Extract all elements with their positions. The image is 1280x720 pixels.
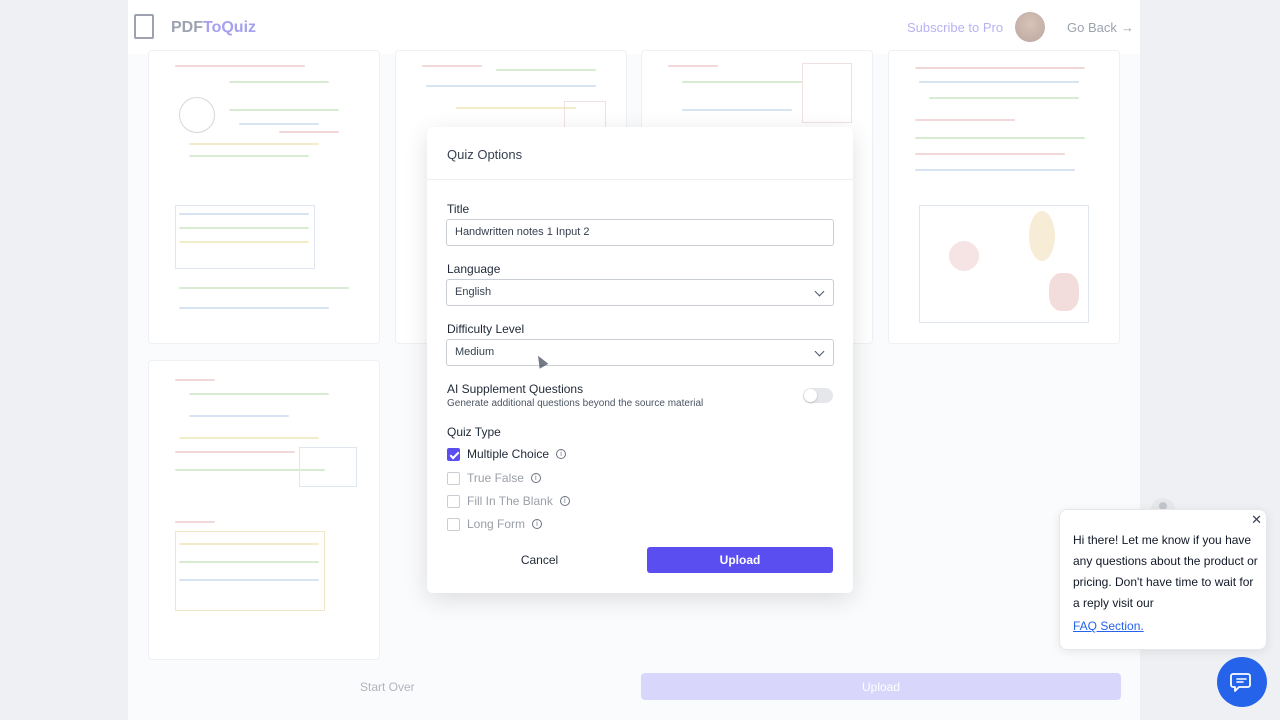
- difficulty-label: Difficulty Level: [447, 322, 525, 336]
- language-label: Language: [447, 262, 501, 276]
- quiz-type-option-label: Multiple Choice: [467, 447, 550, 461]
- quiz-type-option-label: Long Form: [467, 517, 526, 531]
- title-label: Title: [447, 202, 470, 216]
- difficulty-select[interactable]: Medium: [446, 339, 834, 366]
- page-thumbnail-5[interactable]: [148, 360, 380, 660]
- quiz-type-option-label: True False: [467, 471, 524, 485]
- ai-supplement-toggle[interactable]: [803, 388, 833, 403]
- quiz-type-long-form[interactable]: Long Form i: [447, 516, 543, 532]
- chat-message-bubble: ✕ Hi there! Let me know if you have any …: [1059, 509, 1267, 650]
- document-icon: [134, 14, 154, 39]
- subscribe-link[interactable]: Subscribe to Pro: [907, 20, 1003, 35]
- avatar[interactable]: [1015, 12, 1045, 42]
- checkbox[interactable]: [447, 471, 460, 485]
- app-logo[interactable]: PDFToQuiz: [171, 19, 256, 37]
- chat-bubble-icon: [1230, 673, 1251, 692]
- ai-supplement-description: Generate additional questions beyond the…: [447, 398, 704, 409]
- checkbox[interactable]: [447, 517, 460, 531]
- go-back-button[interactable]: Go Back →: [1067, 20, 1134, 35]
- quiz-options-dialog: Quiz Options Title Handwritten notes 1 I…: [427, 127, 853, 593]
- close-icon[interactable]: ✕: [1251, 513, 1262, 528]
- info-icon[interactable]: i: [559, 496, 570, 506]
- chat-message-text: Hi there! Let me know if you have any qu…: [1073, 533, 1258, 610]
- title-input[interactable]: Handwritten notes 1 Input 2: [446, 219, 834, 246]
- upload-button[interactable]: Upload: [647, 547, 833, 573]
- cancel-button[interactable]: Cancel: [447, 547, 632, 573]
- logo-plain: PDF: [171, 19, 203, 36]
- info-icon[interactable]: i: [532, 519, 543, 529]
- quiz-type-option-label: Fill In The Blank: [467, 494, 553, 508]
- page-thumbnail-4[interactable]: [888, 50, 1120, 344]
- faq-link[interactable]: FAQ Section.: [1073, 619, 1144, 633]
- start-over-button[interactable]: Start Over: [360, 680, 415, 694]
- chevron-down-icon: [814, 346, 825, 357]
- info-icon[interactable]: i: [556, 449, 567, 459]
- checkbox[interactable]: [447, 494, 460, 508]
- language-value: English: [455, 286, 492, 298]
- quiz-type-true-false[interactable]: True False i: [447, 470, 541, 486]
- page-thumbnail-1[interactable]: [148, 50, 380, 344]
- ai-supplement-label: AI Supplement Questions: [447, 382, 584, 396]
- quiz-type-label: Quiz Type: [447, 425, 501, 439]
- go-back-label: Go Back: [1067, 20, 1117, 35]
- checkbox-checked[interactable]: [447, 447, 460, 461]
- quiz-type-multiple-choice[interactable]: Multiple Choice i: [447, 446, 567, 462]
- page-left-margin: [0, 0, 128, 720]
- bottom-upload-button[interactable]: Upload: [641, 673, 1121, 700]
- info-icon[interactable]: i: [530, 473, 541, 483]
- difficulty-value: Medium: [455, 346, 495, 358]
- chevron-down-icon: [814, 286, 825, 297]
- dialog-title: Quiz Options: [427, 127, 853, 180]
- chat-launcher-button[interactable]: [1217, 657, 1267, 707]
- language-select[interactable]: English: [446, 279, 834, 306]
- quiz-type-fill-in-the-blank[interactable]: Fill In The Blank i: [447, 493, 570, 509]
- toggle-knob: [804, 389, 817, 402]
- logo-accent: ToQuiz: [203, 19, 257, 36]
- arrow-right-icon: →: [1120, 20, 1134, 35]
